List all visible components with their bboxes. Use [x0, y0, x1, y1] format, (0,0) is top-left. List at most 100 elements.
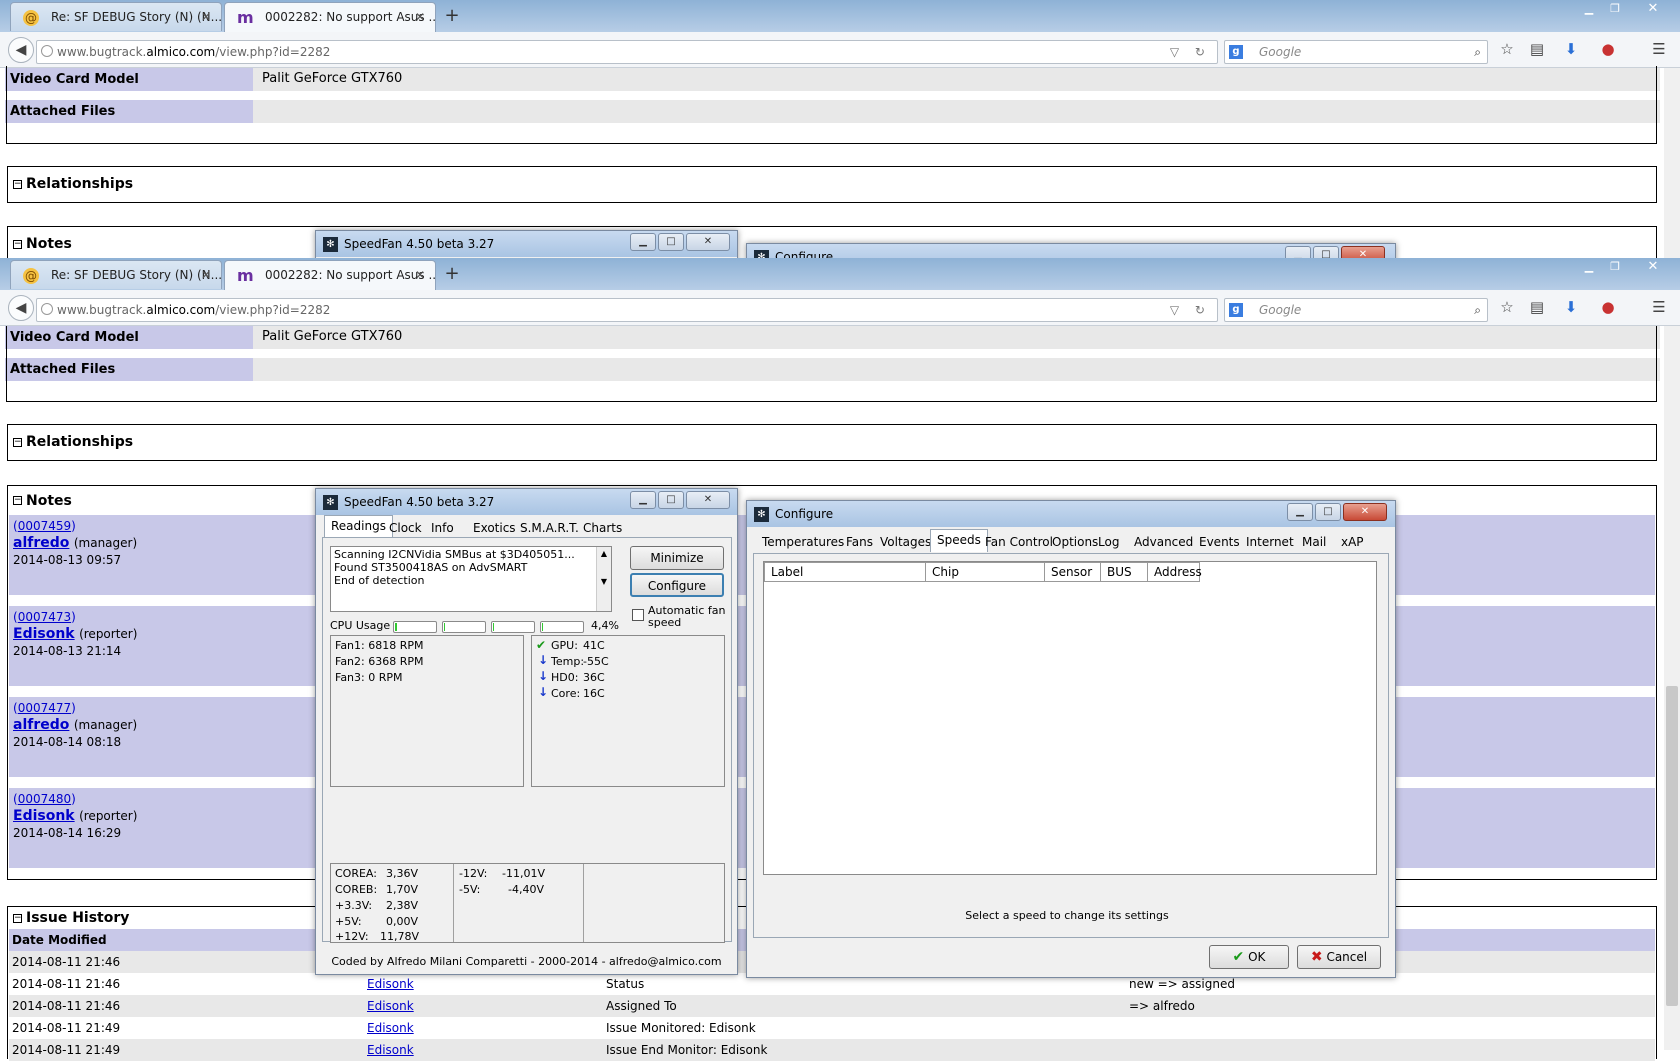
close-window-icon[interactable]: ✕: [1640, 258, 1666, 276]
tab-close-icon[interactable]: ✕: [415, 261, 425, 289]
back-icon[interactable]: ◀: [8, 295, 34, 321]
collapse-icon[interactable]: −: [13, 438, 22, 447]
ok-button[interactable]: ✔ OK: [1209, 945, 1289, 969]
mail-icon: @: [23, 10, 39, 26]
adblock-icon[interactable]: ●: [1597, 38, 1619, 60]
tab-advanced[interactable]: Advanced: [1127, 531, 1200, 552]
temp-label: Core:: [551, 687, 581, 700]
adblock-icon[interactable]: ●: [1597, 296, 1619, 318]
relationships-header[interactable]: − Relationships: [7, 166, 1657, 203]
tab-voltages[interactable]: Voltages: [873, 531, 938, 552]
reading-list-icon[interactable]: ▤: [1526, 38, 1548, 60]
auto-fan-checkbox[interactable]: [632, 609, 644, 621]
maximize-icon[interactable]: □: [658, 233, 684, 251]
scrollbar[interactable]: [1664, 68, 1680, 258]
note-id[interactable]: (0007480): [13, 792, 76, 806]
history-user-link[interactable]: Edisonk: [367, 1021, 414, 1035]
col-bus[interactable]: BUS: [1100, 562, 1148, 582]
speedfan-title: SpeedFan 4.50 beta 3.27: [344, 495, 495, 509]
download-icon[interactable]: ⬇: [1560, 38, 1582, 60]
tab-bugtrack[interactable]: m 0002282: No support Asus ... ✕: [224, 2, 436, 32]
new-tab-icon[interactable]: +: [440, 260, 464, 288]
log-scrollbar[interactable]: ▲ ▼: [596, 547, 611, 611]
tab-charts[interactable]: Charts: [576, 517, 629, 538]
close-icon[interactable]: ✕: [686, 491, 730, 509]
new-tab-icon[interactable]: +: [440, 2, 464, 30]
maximize-icon[interactable]: □: [1313, 246, 1339, 258]
download-icon[interactable]: ⬇: [1560, 296, 1582, 318]
relationships-header[interactable]: − Relationships: [7, 424, 1657, 461]
col-label[interactable]: Label: [764, 562, 926, 582]
menu-icon[interactable]: ☰: [1648, 38, 1670, 60]
restore-window-icon[interactable]: ❐: [1602, 0, 1628, 18]
collapse-icon[interactable]: −: [13, 180, 22, 189]
tab-close-icon[interactable]: ✕: [415, 3, 425, 31]
configure-button[interactable]: Configure: [630, 573, 724, 597]
minimize-button[interactable]: Minimize: [630, 546, 724, 570]
minimize-icon[interactable]: ▁: [630, 233, 656, 251]
menu-icon[interactable]: ☰: [1648, 296, 1670, 318]
tab-bugtrack[interactable]: m 0002282: No support Asus ... ✕: [224, 260, 436, 290]
note-user-link[interactable]: Edisonk: [13, 808, 75, 824]
minimize-window-icon[interactable]: ▁: [1576, 258, 1602, 276]
note-id[interactable]: (0007459): [13, 519, 76, 533]
tab-mail[interactable]: @ Re: SF DEBUG Story (N) (N... ✕: [10, 260, 222, 289]
minimize-icon[interactable]: ▁: [1285, 246, 1311, 258]
history-user-link[interactable]: Edisonk: [367, 977, 414, 991]
col-address[interactable]: Address: [1147, 562, 1202, 582]
note-id[interactable]: (0007477): [13, 701, 76, 715]
col-sensor[interactable]: Sensor: [1044, 562, 1101, 582]
minimize-window-icon[interactable]: ▁: [1576, 0, 1602, 18]
tab-xap[interactable]: xAP: [1334, 531, 1371, 552]
col-chip[interactable]: Chip: [925, 562, 1045, 582]
url-bar[interactable]: www.bugtrack.almico.com/view.php?id=2282…: [36, 298, 1218, 322]
tab-internet[interactable]: Internet: [1239, 531, 1301, 552]
tab-log[interactable]: Log: [1091, 531, 1126, 552]
history-user-link[interactable]: Edisonk: [367, 1043, 414, 1057]
note-user-link[interactable]: Edisonk: [13, 626, 75, 642]
tab-smart[interactable]: S.M.A.R.T.: [513, 517, 586, 538]
maximize-icon[interactable]: □: [658, 491, 684, 509]
close-icon[interactable]: ✕: [686, 233, 730, 251]
cancel-button[interactable]: ✖ Cancel: [1297, 945, 1381, 969]
collapse-icon[interactable]: −: [13, 496, 22, 505]
search-icon[interactable]: ⌕: [1474, 41, 1481, 63]
maximize-icon[interactable]: □: [1315, 503, 1341, 521]
minimize-icon[interactable]: ▁: [1287, 503, 1313, 521]
bookmark-star-icon[interactable]: ☆: [1496, 38, 1518, 60]
scrollbar[interactable]: [1664, 326, 1680, 1050]
back-icon[interactable]: ◀: [8, 37, 34, 63]
tab-mail[interactable]: Mail: [1295, 531, 1333, 552]
speeds-list[interactable]: Label Chip Sensor BUS Address: [763, 561, 1377, 875]
bookmark-star-icon[interactable]: ☆: [1496, 296, 1518, 318]
tab-clock[interactable]: Clock: [382, 517, 429, 538]
tab-info[interactable]: Info: [424, 517, 461, 538]
minimize-icon[interactable]: ▁: [630, 491, 656, 509]
search-icon[interactable]: ⌕: [1474, 299, 1481, 321]
note-user-link[interactable]: alfredo: [13, 717, 69, 733]
speedfan-window: ✻ SpeedFan 4.50 beta 3.27 ▁ □ ✕ Readings…: [315, 488, 738, 975]
scrollbar-thumb[interactable]: [1666, 686, 1678, 1006]
history-date: 2014-08-11 21:46: [12, 999, 121, 1013]
search-input[interactable]: g Google ⌕: [1224, 40, 1488, 64]
close-window-icon[interactable]: ✕: [1640, 0, 1666, 18]
reading-list-icon[interactable]: ▤: [1526, 296, 1548, 318]
collapse-icon[interactable]: −: [13, 240, 22, 249]
ok-label: OK: [1248, 950, 1266, 964]
tab-close-icon[interactable]: ✕: [201, 261, 211, 289]
reload-icon[interactable]: ▽ ↻: [1170, 299, 1211, 321]
restore-window-icon[interactable]: ❐: [1602, 258, 1628, 276]
reload-icon[interactable]: ▽ ↻: [1170, 41, 1211, 63]
tab-temperatures[interactable]: Temperatures: [755, 531, 851, 552]
url-bar[interactable]: www.bugtrack.almico.com/view.php?id=2282…: [36, 40, 1218, 64]
close-icon[interactable]: ✕: [1341, 246, 1385, 258]
detection-log[interactable]: Scanning I2CNVidia SMBus at $3D405051...…: [330, 546, 612, 612]
note-id[interactable]: (0007473): [13, 610, 76, 624]
note-user-link[interactable]: alfredo: [13, 535, 69, 551]
tab-close-icon[interactable]: ✕: [201, 3, 211, 31]
history-user-link[interactable]: Edisonk: [367, 999, 414, 1013]
search-input[interactable]: g Google ⌕: [1224, 298, 1488, 322]
collapse-icon[interactable]: −: [13, 914, 22, 923]
close-icon[interactable]: ✕: [1343, 503, 1387, 521]
tab-mail[interactable]: @ Re: SF DEBUG Story (N) (N... ✕: [10, 2, 222, 31]
